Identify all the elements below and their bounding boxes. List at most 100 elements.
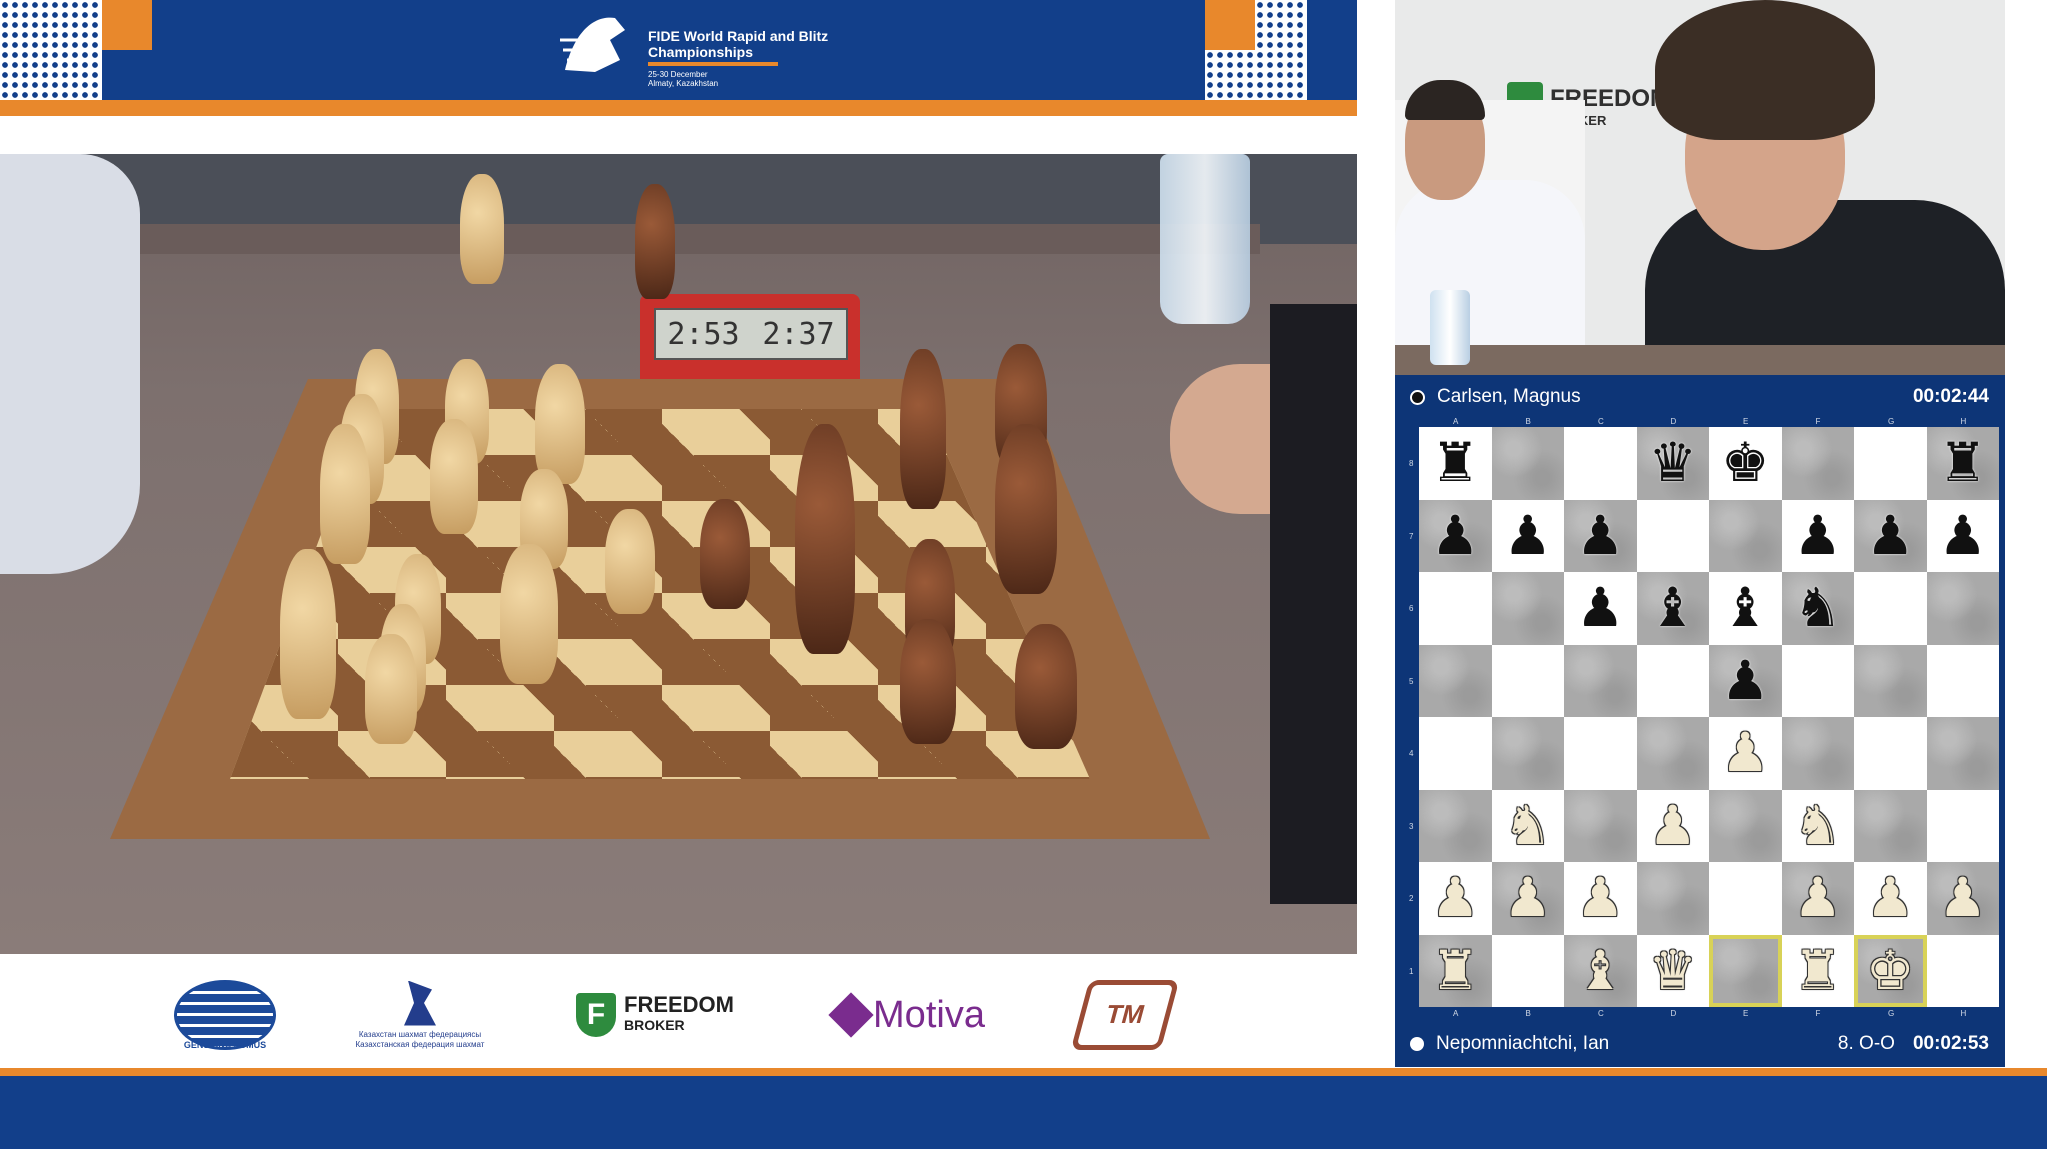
white-pawn-icon[interactable]: ♟ [1794, 871, 1842, 925]
square-c4[interactable] [1564, 717, 1637, 790]
square-a2[interactable]: ♟ [1419, 862, 1492, 935]
square-d8[interactable]: ♛ [1636, 427, 1709, 500]
black-pawn-icon[interactable]: ♟ [1504, 508, 1552, 563]
black-bishop-icon[interactable]: ♝ [1721, 581, 1769, 635]
square-d3[interactable]: ♟ [1636, 789, 1709, 862]
black-pawn-icon[interactable]: ♟ [1576, 581, 1624, 635]
black-pawn-icon[interactable]: ♟ [1794, 508, 1842, 563]
physical-piece [430, 419, 478, 534]
square-e3[interactable] [1709, 789, 1782, 862]
black-knight-icon[interactable]: ♞ [1794, 581, 1842, 635]
square-d1[interactable]: ♛ [1636, 934, 1709, 1007]
event-title-underline [648, 62, 778, 66]
white-pawn-icon[interactable]: ♟ [1504, 871, 1552, 925]
square-d2[interactable] [1636, 862, 1709, 935]
black-pawn-icon[interactable]: ♟ [1576, 508, 1624, 563]
white-pawn-icon[interactable]: ♟ [1721, 726, 1769, 780]
square-a8[interactable]: ♜ [1419, 427, 1492, 500]
square-e8[interactable]: ♚ [1709, 427, 1782, 500]
white-pawn-icon[interactable]: ♟ [1866, 871, 1914, 925]
square-a5[interactable] [1419, 644, 1492, 717]
white-king-icon[interactable]: ♚ [1866, 943, 1914, 998]
square-h7[interactable]: ♟ [1926, 499, 1999, 572]
square-a1[interactable]: ♜ [1419, 934, 1492, 1007]
square-b8[interactable] [1491, 427, 1564, 500]
square-h1[interactable] [1926, 934, 1999, 1007]
white-pawn-icon[interactable]: ♟ [1431, 871, 1479, 925]
square-c7[interactable]: ♟ [1564, 499, 1637, 572]
white-pawn-icon[interactable]: ♟ [1576, 871, 1624, 925]
rank-label: 6 [1409, 604, 1414, 613]
square-c5[interactable] [1564, 644, 1637, 717]
black-pawn-icon[interactable]: ♟ [1866, 508, 1914, 563]
square-e6[interactable]: ♝ [1709, 572, 1782, 645]
orange-block-left [102, 0, 152, 50]
black-pawn-icon[interactable]: ♟ [1431, 508, 1479, 563]
black-pawn-icon[interactable]: ♟ [1721, 653, 1769, 708]
white-pawn-icon[interactable]: ♟ [1939, 871, 1987, 925]
white-rook-icon[interactable]: ♜ [1794, 943, 1842, 998]
square-b4[interactable] [1491, 717, 1564, 790]
square-f4[interactable] [1781, 717, 1854, 790]
square-d4[interactable] [1636, 717, 1709, 790]
square-f2[interactable]: ♟ [1781, 862, 1854, 935]
square-c2[interactable]: ♟ [1564, 862, 1637, 935]
white-knight-icon[interactable]: ♞ [1794, 798, 1842, 853]
square-a4[interactable] [1419, 717, 1492, 790]
black-rook-icon[interactable]: ♜ [1939, 436, 1987, 490]
square-g3[interactable] [1854, 789, 1927, 862]
square-b6[interactable] [1491, 572, 1564, 645]
square-a3[interactable] [1419, 789, 1492, 862]
right-margin [2005, 0, 2047, 1068]
black-queen-icon[interactable]: ♛ [1649, 436, 1697, 490]
white-pawn-icon[interactable]: ♟ [1649, 798, 1697, 853]
square-g7[interactable]: ♟ [1854, 499, 1927, 572]
square-c6[interactable]: ♟ [1564, 572, 1637, 645]
black-rook-icon[interactable]: ♜ [1431, 436, 1479, 490]
square-b3[interactable]: ♞ [1491, 789, 1564, 862]
square-f3[interactable]: ♞ [1781, 789, 1854, 862]
square-f8[interactable] [1781, 427, 1854, 500]
square-a7[interactable]: ♟ [1419, 499, 1492, 572]
square-g5[interactable] [1854, 644, 1927, 717]
square-h8[interactable]: ♜ [1926, 427, 1999, 500]
square-e5[interactable]: ♟ [1709, 644, 1782, 717]
square-g4[interactable] [1854, 717, 1927, 790]
square-f5[interactable] [1781, 644, 1854, 717]
square-g2[interactable]: ♟ [1854, 862, 1927, 935]
black-king-icon[interactable]: ♚ [1721, 436, 1769, 490]
square-g6[interactable] [1854, 572, 1927, 645]
square-e7[interactable] [1709, 499, 1782, 572]
square-g1[interactable]: ♚ [1854, 934, 1927, 1007]
black-pawn-icon[interactable]: ♟ [1939, 508, 1987, 563]
square-h5[interactable] [1926, 644, 1999, 717]
square-a6[interactable] [1419, 572, 1492, 645]
white-queen-icon[interactable]: ♛ [1649, 943, 1697, 998]
square-g8[interactable] [1854, 427, 1927, 500]
square-e4[interactable]: ♟ [1709, 717, 1782, 790]
square-c8[interactable] [1564, 427, 1637, 500]
square-e2[interactable] [1709, 862, 1782, 935]
square-h6[interactable] [1926, 572, 1999, 645]
square-h2[interactable]: ♟ [1926, 862, 1999, 935]
square-b1[interactable] [1491, 934, 1564, 1007]
square-h4[interactable] [1926, 717, 1999, 790]
white-bishop-icon[interactable]: ♝ [1576, 943, 1624, 998]
square-e1[interactable] [1709, 934, 1782, 1007]
square-f6[interactable]: ♞ [1781, 572, 1854, 645]
square-c1[interactable]: ♝ [1564, 934, 1637, 1007]
square-f7[interactable]: ♟ [1781, 499, 1854, 572]
square-f1[interactable]: ♜ [1781, 934, 1854, 1007]
white-knight-icon[interactable]: ♞ [1504, 798, 1552, 853]
square-d6[interactable]: ♝ [1636, 572, 1709, 645]
square-b2[interactable]: ♟ [1491, 862, 1564, 935]
black-bishop-icon[interactable]: ♝ [1649, 581, 1697, 635]
white-rook-icon[interactable]: ♜ [1431, 943, 1479, 998]
fide-knight-emblem-icon [560, 17, 625, 72]
square-c3[interactable] [1564, 789, 1637, 862]
square-b5[interactable] [1491, 644, 1564, 717]
square-d5[interactable] [1636, 644, 1709, 717]
square-b7[interactable]: ♟ [1491, 499, 1564, 572]
square-h3[interactable] [1926, 789, 1999, 862]
square-d7[interactable] [1636, 499, 1709, 572]
